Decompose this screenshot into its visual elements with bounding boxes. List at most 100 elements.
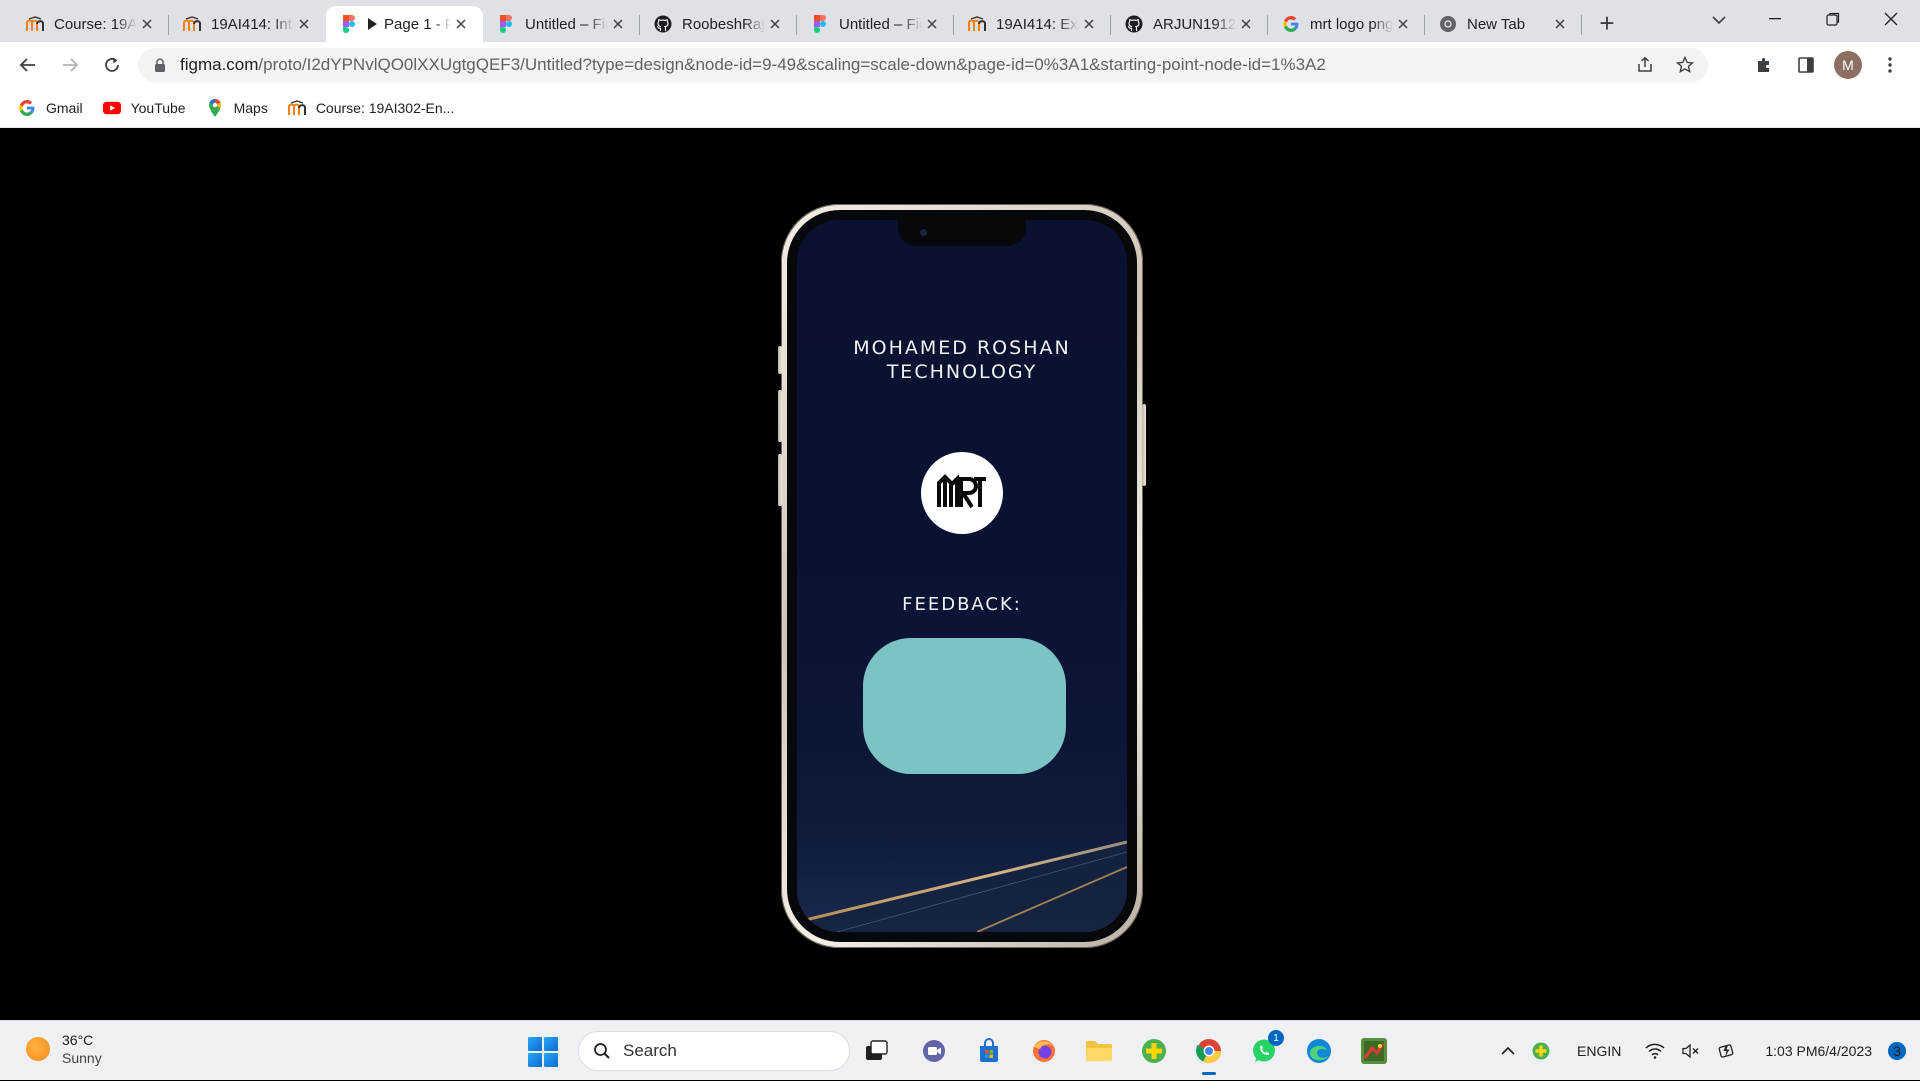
wifi-icon [1645, 1043, 1665, 1059]
side-panel-button[interactable] [1790, 49, 1822, 81]
tab-close-button[interactable] [451, 14, 471, 34]
tab-title: Course: 19AI414 [54, 15, 137, 33]
file-explorer-button[interactable] [1082, 1034, 1116, 1068]
url-text[interactable]: figma.com/proto/I2dYPNvlQO0lXXUgtgQEF3/U… [180, 55, 1326, 75]
bookmark-item[interactable]: Maps [206, 98, 268, 117]
tab-close-button[interactable] [765, 14, 785, 34]
game-app-button[interactable] [1137, 1034, 1171, 1068]
tab-close-button[interactable] [1236, 14, 1256, 34]
tab-close-button[interactable] [1393, 14, 1413, 34]
system-tray: ENG IN 1:03 PM 6/4/2023 3 [1493, 1021, 1920, 1081]
show-hidden-icons-button[interactable] [1501, 1046, 1515, 1056]
firefox-button[interactable] [1027, 1034, 1061, 1068]
forward-button[interactable] [54, 49, 86, 81]
close-window-button[interactable] [1862, 0, 1920, 38]
tab-close-button[interactable] [608, 14, 628, 34]
address-bar[interactable]: figma.com/proto/I2dYPNvlQO0lXXUgtgQEF3/U… [138, 48, 1708, 82]
restore-button[interactable] [1804, 0, 1862, 38]
chrome-button[interactable] [1192, 1034, 1226, 1075]
prototype-screen: MOHAMED ROSHAN TECHNOLOGY MRT FEEDBACK: [797, 220, 1127, 932]
search-icon [594, 1043, 610, 1059]
tab[interactable]: 19AI414: Introduction [169, 6, 326, 42]
clock-time: 1:03 PM [1765, 1043, 1818, 1059]
microsoft-store-button[interactable] [972, 1034, 1006, 1068]
tab-title: mrt logo png [1310, 15, 1393, 33]
volume-button[interactable] [1681, 1043, 1701, 1059]
menu-button[interactable] [1874, 49, 1906, 81]
tab-separator [1581, 15, 1582, 35]
edge-button[interactable] [1302, 1034, 1336, 1068]
reload-button[interactable] [96, 49, 128, 81]
profile-button[interactable]: M [1832, 49, 1864, 81]
close-icon [456, 19, 466, 29]
tab[interactable]: Page 1 - Figma [326, 6, 483, 42]
windows-logo-tile [528, 1037, 542, 1051]
tab[interactable]: Untitled – Figma [483, 6, 640, 42]
phone-frame: MOHAMED ROSHAN TECHNOLOGY MRT FEEDBACK: [778, 204, 1146, 948]
tab[interactable]: Course: 19AI414 [12, 6, 169, 42]
page-viewport: MOHAMED ROSHAN TECHNOLOGY MRT FEEDBACK: [0, 128, 1920, 1020]
close-icon [142, 19, 152, 29]
tab-close-button[interactable] [1550, 14, 1570, 34]
windows-taskbar: 36°C Sunny Search 1 ENG IN 1:03 PM 6/4/2… [0, 1020, 1920, 1080]
tray-app-icon[interactable] [1531, 1041, 1551, 1061]
tab[interactable]: 19AI414: Exercise [954, 6, 1111, 42]
phone-mute-switch [778, 346, 782, 374]
tab-search-button[interactable] [1704, 6, 1734, 34]
clock[interactable]: 1:03 PM 6/4/2023 [1765, 1042, 1872, 1060]
notification-center-button[interactable]: 3 [1888, 1042, 1906, 1060]
tab-close-button[interactable] [294, 14, 314, 34]
task-view-button[interactable] [860, 1034, 894, 1068]
weather-desc: Sunny [62, 1050, 102, 1066]
url-host: figma.com [180, 55, 259, 74]
tab[interactable]: RoobeshRaj [640, 6, 797, 42]
tab[interactable]: New Tab [1425, 6, 1582, 42]
lang-region: IN [1607, 1043, 1622, 1059]
bookmark-item[interactable]: Gmail [18, 99, 83, 117]
windows-logo-tile [544, 1053, 558, 1067]
arrow-right-icon [63, 58, 79, 72]
moodle-icon [968, 15, 986, 33]
tab[interactable]: mrt logo png [1268, 6, 1425, 42]
language-indicator[interactable]: ENG IN [1577, 1042, 1621, 1060]
mrt-logo-mark [937, 474, 986, 509]
weather-widget[interactable]: 36°C Sunny [26, 1031, 102, 1067]
bookmark-label: Gmail [46, 99, 83, 116]
game-launcher-icon [1361, 1038, 1387, 1064]
lock-icon[interactable] [152, 57, 168, 73]
tab-list: Course: 19AI414 19AI414: Introduction Page… [0, 0, 1582, 42]
volume-muted-icon [1682, 1043, 1699, 1059]
network-button[interactable] [1645, 1043, 1665, 1059]
share-button[interactable] [1632, 52, 1658, 78]
whatsapp-button[interactable]: 1 [1247, 1030, 1284, 1068]
battery-button[interactable] [1717, 1042, 1737, 1060]
bookmark-item[interactable]: Course: 19AI302-En... [287, 99, 455, 117]
tab-close-button[interactable] [1079, 14, 1099, 34]
back-button[interactable] [12, 49, 44, 81]
feedback-input[interactable] [863, 638, 1066, 774]
tab[interactable]: Untitled – Figma [797, 6, 954, 42]
close-icon [1084, 19, 1094, 29]
kebab-menu-icon [1888, 57, 1892, 73]
weather-temp: 36°C [62, 1032, 94, 1048]
star-icon [1676, 56, 1694, 74]
bookmark-item[interactable]: YouTube [102, 99, 186, 117]
start-button[interactable] [528, 1037, 558, 1067]
phone-power-button [1142, 404, 1146, 486]
extensions-button[interactable] [1748, 49, 1780, 81]
teams-chat-button[interactable] [917, 1034, 951, 1068]
tab-close-button[interactable] [137, 14, 157, 34]
bookmark-label: Course: 19AI302-En... [315, 99, 455, 116]
new-tab-button[interactable]: + [1590, 6, 1624, 40]
taskbar-search[interactable]: Search [578, 1031, 850, 1071]
search-placeholder: Search [623, 1041, 677, 1060]
phone-notch [898, 220, 1026, 246]
tab-close-button[interactable] [922, 14, 942, 34]
tab[interactable]: ARJUN1912 [1111, 6, 1268, 42]
game-launcher-button[interactable] [1357, 1034, 1391, 1068]
chevron-up-icon [1501, 1046, 1515, 1055]
clock-date: 6/4/2023 [1817, 1043, 1873, 1059]
figma-icon [811, 15, 829, 33]
minimize-button[interactable] [1746, 0, 1804, 38]
bookmark-star-button[interactable] [1672, 52, 1698, 78]
